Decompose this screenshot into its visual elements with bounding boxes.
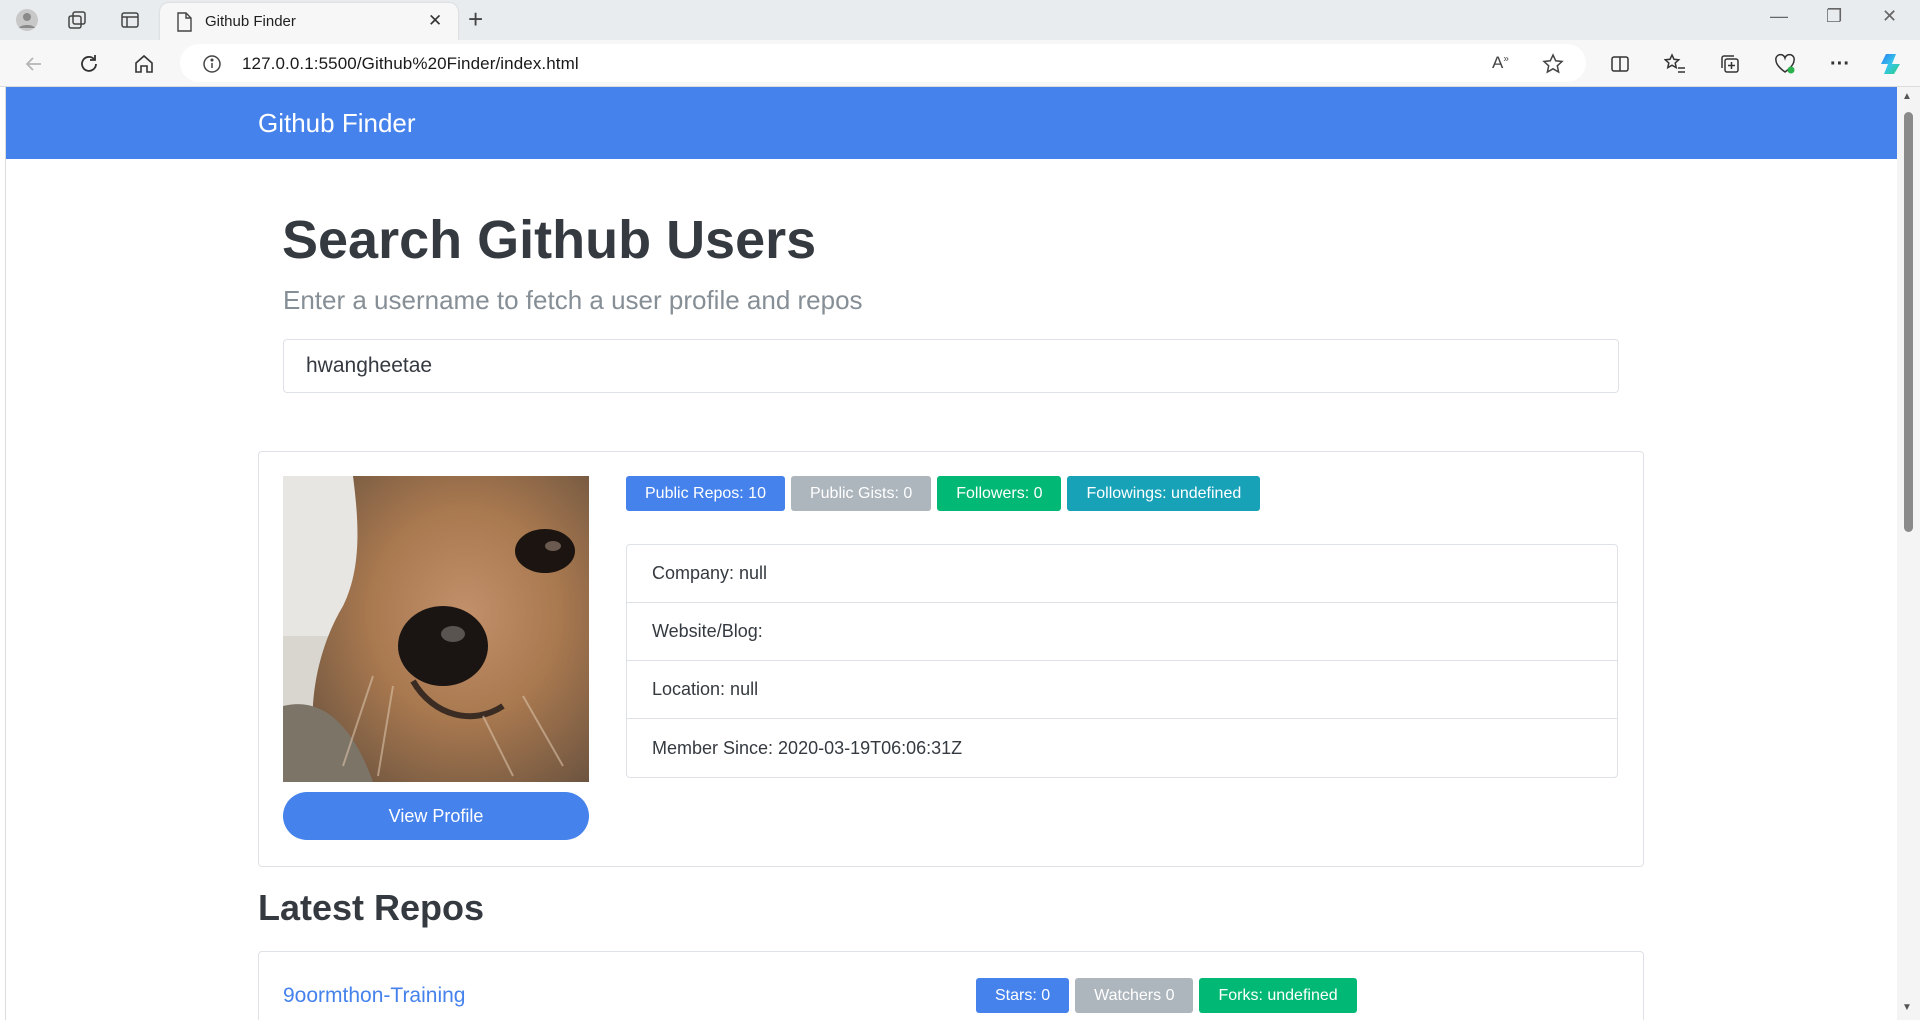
page-title: Search Github Users [282,210,817,270]
scroll-thumb[interactable] [1904,112,1913,532]
scroll-up-icon[interactable]: ▲ [1902,91,1912,102]
favorites-icon[interactable] [1661,50,1689,78]
view-profile-button[interactable]: View Profile [283,792,589,840]
followings-badge: Followings: undefined [1067,476,1261,511]
latest-repos-heading: Latest Repos [258,887,485,928]
back-icon[interactable] [20,50,48,78]
close-tab-icon[interactable]: ✕ [428,11,442,31]
browser-toolbar: 127.0.0.1:5500/Github%20Finder/index.htm… [0,40,1920,87]
page-icon [176,12,192,37]
profile-card: View Profile Public Repos: 10 Public Gis… [258,451,1644,867]
reload-icon[interactable] [75,50,103,78]
search-input[interactable] [283,339,1619,393]
new-tab-icon[interactable]: + [468,6,483,32]
tab-title: Github Finder [205,13,296,30]
browser-titlebar: Github Finder ✕ + — ❐ ✕ [0,0,1920,40]
home-icon[interactable] [130,50,158,78]
location-item: Location: null [627,661,1617,719]
stars-badge: Stars: 0 [976,978,1070,1013]
avatar [283,476,589,782]
company-item: Company: null [627,545,1617,603]
public-repos-badge: Public Repos: 10 [626,476,785,511]
member-since-item: Member Since: 2020-03-19T06:06:31Z [652,737,963,758]
browser-tab[interactable]: Github Finder ✕ [160,3,458,40]
address-bar[interactable]: 127.0.0.1:5500/Github%20Finder/index.htm… [180,44,1586,82]
repo-card: 9oormthon-Training Stars: 0 Watchers 0 F… [258,951,1644,1020]
page-viewport: Github Finder Search Github Users Enter … [5,87,1897,1020]
scroll-down-icon[interactable]: ▼ [1902,1002,1912,1013]
close-window-icon[interactable]: ✕ [1882,6,1897,27]
more-menu-icon[interactable]: ··· [1826,50,1854,78]
split-screen-icon[interactable] [1606,50,1634,78]
read-aloud-icon[interactable]: A» [1492,53,1509,73]
profile-badges: Public Repos: 10 Public Gists: 0 Followe… [626,476,1261,511]
forks-badge: Forks: undefined [1199,978,1357,1013]
repo-badges: Stars: 0 Watchers 0 Forks: undefined [976,978,1357,1013]
site-info-icon[interactable] [202,54,222,79]
browser-essentials-icon[interactable] [1771,50,1799,78]
restore-icon[interactable]: ❐ [1826,6,1842,27]
watchers-badge: Watchers 0 [1075,978,1194,1013]
website-item: Website/Blog: [627,603,1617,661]
address-text: 127.0.0.1:5500/Github%20Finder/index.htm… [242,54,579,73]
public-gists-badge: Public Gists: 0 [790,476,932,511]
profile-info-list: Company: null Website/Blog: Location: nu… [626,544,1618,778]
page-scrollbar[interactable]: ▲ ▼ [1897,87,1920,1020]
navbar-brand[interactable]: Github Finder [258,108,416,139]
navbar: Github Finder [6,87,1897,159]
vertical-tabs-icon[interactable] [117,7,143,33]
repo-link[interactable]: 9oormthon-Training [283,984,465,1008]
followers-badge: Followers: 0 [937,476,1062,511]
workspaces-icon[interactable] [64,7,90,33]
copilot-icon[interactable] [1878,50,1906,78]
collections-icon[interactable] [1716,50,1744,78]
page-subtitle: Enter a username to fetch a user profile… [283,285,863,315]
favorite-star-icon[interactable] [1542,53,1564,80]
minimize-icon[interactable]: — [1770,6,1788,27]
profile-icon[interactable] [14,7,40,33]
